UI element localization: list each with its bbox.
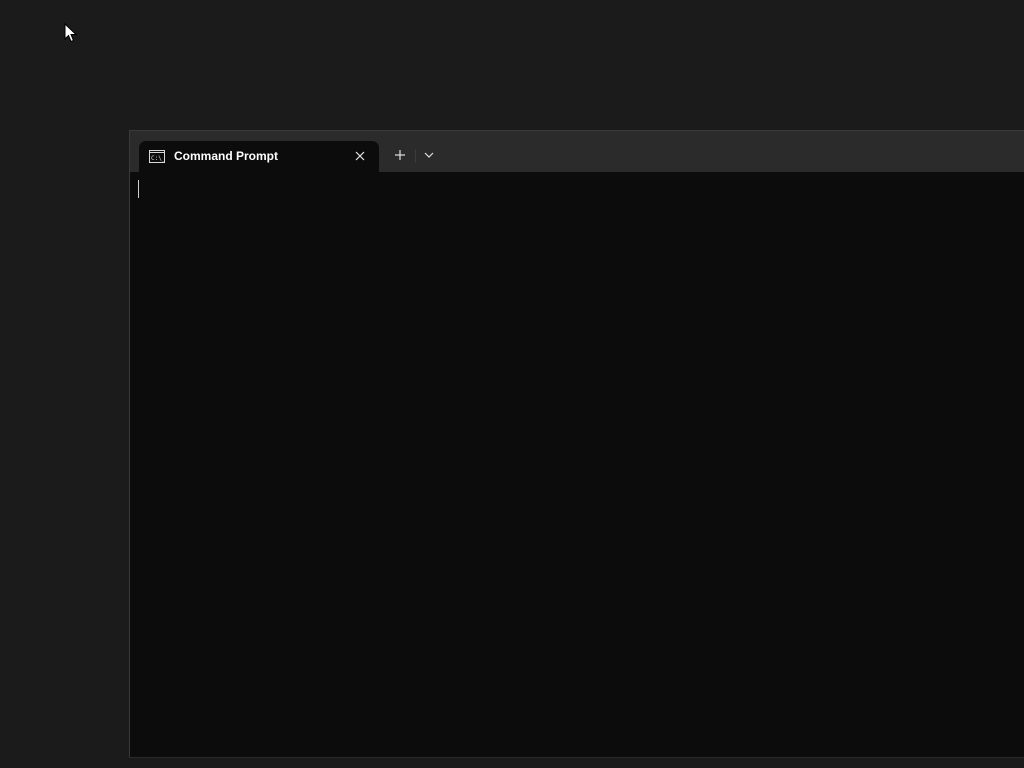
- cmd-icon: C:\_: [149, 150, 165, 163]
- terminal-window: C:\_ Command Prompt: [129, 130, 1024, 758]
- desktop: C:\_ Command Prompt: [0, 0, 1024, 768]
- text-cursor: [138, 180, 139, 198]
- tab-strip-divider: [415, 149, 416, 163]
- terminal-output-area[interactable]: [130, 172, 1024, 757]
- svg-text:C:\_: C:\_: [151, 155, 165, 162]
- chevron-down-icon: [424, 152, 434, 158]
- tab-command-prompt[interactable]: C:\_ Command Prompt: [139, 141, 379, 172]
- plus-icon: [395, 150, 405, 160]
- close-tab-button[interactable]: [349, 146, 371, 166]
- profiles-dropdown-button[interactable]: [418, 144, 440, 166]
- tab-title: Command Prompt: [174, 149, 279, 163]
- close-icon: [355, 151, 365, 161]
- mouse-pointer-icon: [64, 23, 78, 43]
- tab-strip: C:\_ Command Prompt: [130, 131, 1024, 172]
- new-tab-button[interactable]: [388, 144, 412, 166]
